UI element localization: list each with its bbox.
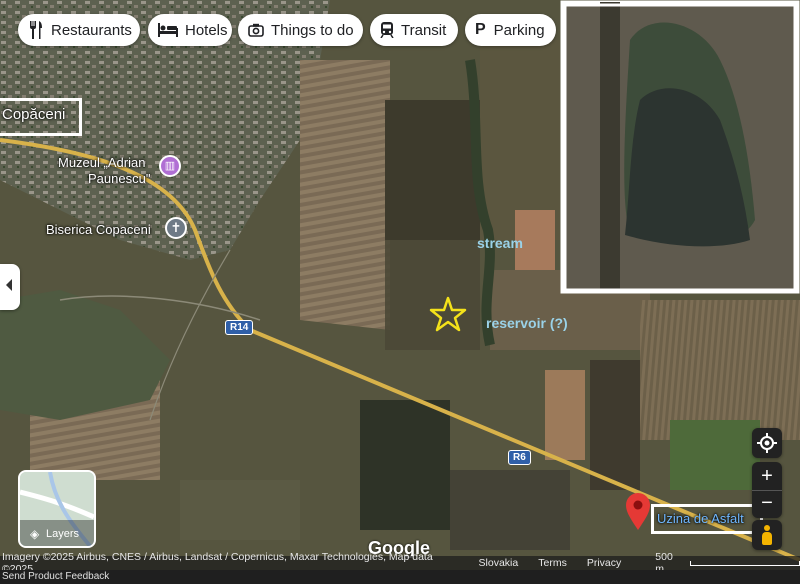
things-to-do-chip[interactable]: Things to do <box>238 14 363 46</box>
parking-icon: P <box>475 21 486 38</box>
restaurants-label: Restaurants <box>51 21 132 39</box>
hotels-chip[interactable]: Hotels <box>148 14 232 46</box>
road-shield-r6: R6 <box>508 450 531 465</box>
transit-label: Transit <box>401 21 447 39</box>
parking-label: Parking <box>493 21 545 39</box>
restaurants-chip[interactable]: Restaurants <box>18 14 140 46</box>
uzina-label[interactable]: Uzina de Asfalt <box>657 511 744 526</box>
zoom-controls: + − <box>752 462 782 518</box>
fork-knife-icon <box>30 21 42 39</box>
country-link[interactable]: Slovakia <box>479 557 519 569</box>
parking-chip[interactable]: P Parking <box>465 14 556 46</box>
collapse-panel-button[interactable] <box>0 264 20 310</box>
copaceni-label[interactable]: Copăceni <box>2 106 65 123</box>
stream-annotation: stream <box>477 235 523 251</box>
scale-bar[interactable] <box>689 560 800 566</box>
transit-chip[interactable]: Transit <box>370 14 458 46</box>
road-shield-r14: R14 <box>225 320 254 335</box>
camera-icon <box>248 23 264 37</box>
reservoir-annotation: reservoir (?) <box>486 315 568 331</box>
zoom-out-icon[interactable]: − <box>752 490 782 519</box>
church-label[interactable]: Biserica Copaceni <box>46 222 151 237</box>
pegman-icon <box>761 525 773 545</box>
museum-label-line2[interactable]: Paunescu" <box>88 171 150 186</box>
hotels-label: Hotels <box>185 21 228 39</box>
layers-icon: ◈ <box>30 527 40 541</box>
things-to-do-label: Things to do <box>271 21 354 39</box>
privacy-link[interactable]: Privacy <box>587 557 621 569</box>
layers-button[interactable]: ◈ Layers <box>18 470 96 548</box>
my-location-button[interactable] <box>752 428 782 458</box>
layers-label: Layers <box>46 528 80 540</box>
attribution-bar: Imagery ©2025 Airbus, CNES / Airbus, Lan… <box>0 551 800 575</box>
bed-icon <box>158 23 178 37</box>
my-location-icon <box>757 433 777 453</box>
send-feedback-link[interactable]: Send Product Feedback <box>0 570 800 584</box>
satellite-map[interactable] <box>0 0 800 584</box>
terms-link[interactable]: Terms <box>538 557 567 569</box>
train-icon <box>380 22 394 38</box>
museum-icon[interactable]: ▥ <box>159 155 181 177</box>
church-icon[interactable]: ✝ <box>165 217 187 239</box>
zoom-in-icon[interactable]: + <box>752 462 782 490</box>
pegman-button[interactable] <box>752 520 782 550</box>
collapse-arrow-icon <box>6 279 12 291</box>
museum-label-line1[interactable]: Muzeul „Adrian <box>58 155 145 170</box>
